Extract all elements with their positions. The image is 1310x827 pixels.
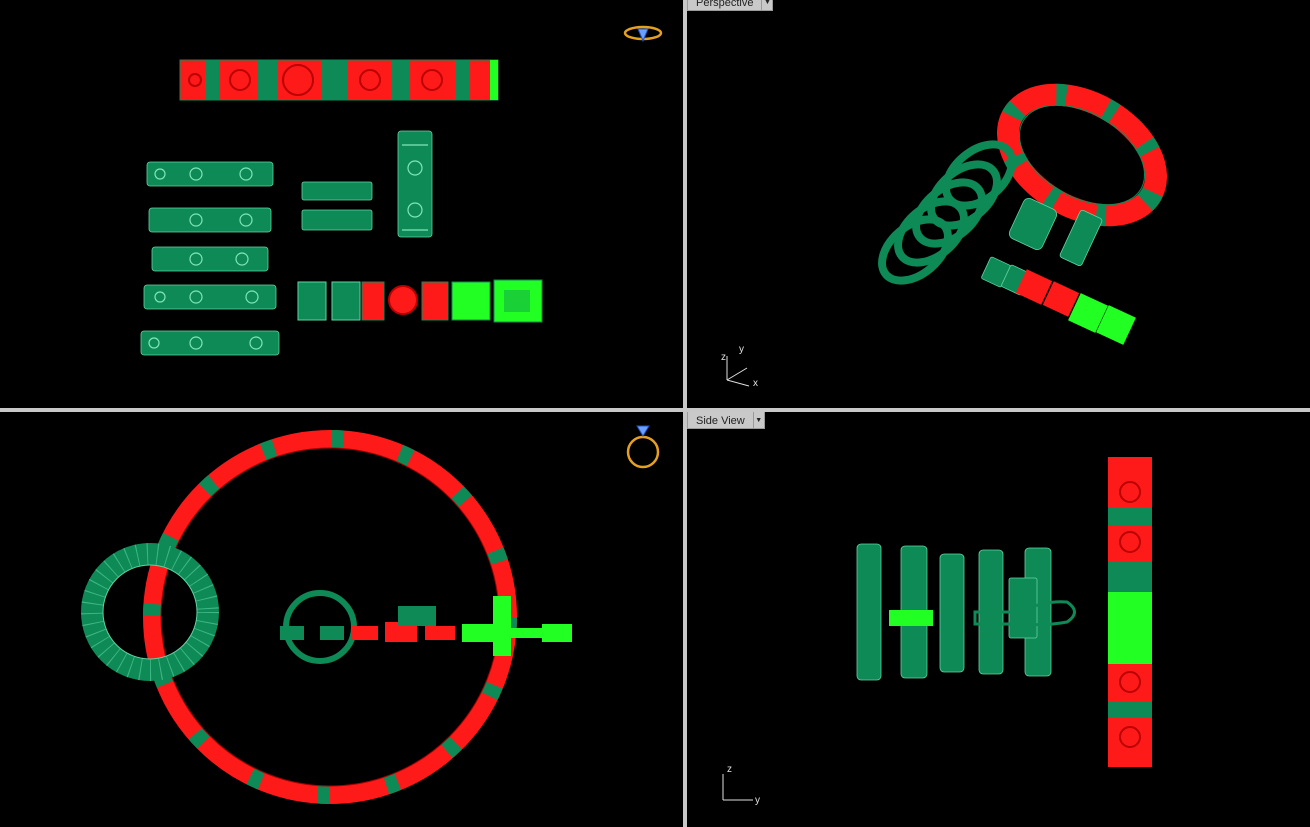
side-clasp-piece [889,610,933,626]
axis-z-label: z [721,352,726,363]
axis-y-label: y [755,795,760,806]
perspective-canvas: z y x [721,83,1167,389]
viewport-perspective[interactable]: Perspective ▼ z y x [687,0,1310,408]
viewport-front[interactable] [0,412,683,827]
front-view-canvas [81,425,660,804]
clasp-chain [297,279,543,323]
side-long-band [1108,457,1152,767]
axis-x-label: x [753,378,758,389]
viewport-top[interactable] [0,0,683,408]
side-view-canvas: z y [722,457,1152,806]
top-view-canvas [140,25,663,356]
ring-front-icon[interactable] [626,425,660,469]
small-links [301,130,433,238]
green-band-stack [140,161,280,356]
long-band-red [179,59,499,101]
front-chain [280,596,572,656]
axis-y-label: y [739,344,744,355]
perspective-clasp [1015,269,1136,345]
ring-gem-icon[interactable] [623,25,663,43]
viewport-side[interactable]: Side View ▼ z y [687,412,1310,827]
axis-triad-side [722,774,753,801]
side-green-bands [856,543,1052,681]
axis-z-label: z [727,764,732,775]
axis-triad [726,356,750,387]
